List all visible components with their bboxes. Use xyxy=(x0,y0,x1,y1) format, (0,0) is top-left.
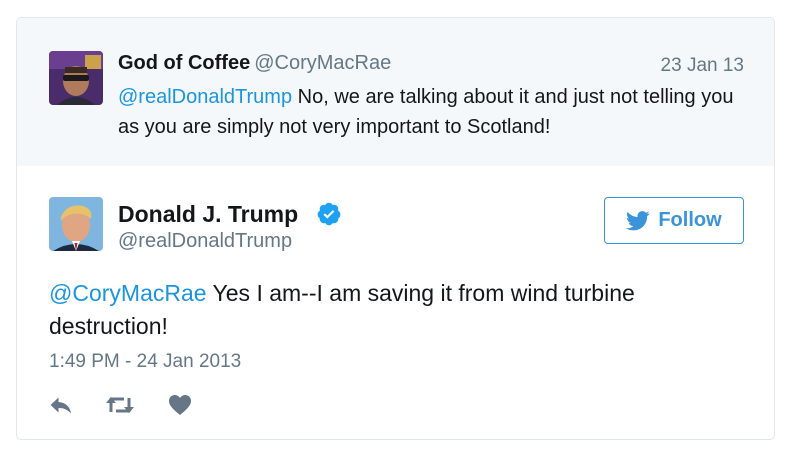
retweet-icon xyxy=(106,397,134,413)
retweet-button[interactable] xyxy=(105,392,135,418)
parent-display-name[interactable]: God of Coffee xyxy=(118,52,250,74)
main-avatar[interactable] xyxy=(49,197,103,251)
main-tweet-text: @CoryMacRae Yes I am--I am saving it fro… xyxy=(49,277,749,343)
tweet-card: God of Coffee @CoryMacRae 23 Jan 13 @real… xyxy=(16,17,775,440)
parent-tweet[interactable]: God of Coffee @CoryMacRae 23 Jan 13 @real… xyxy=(17,18,774,166)
heart-icon xyxy=(169,395,191,415)
main-handle[interactable]: @realDonaldTrump xyxy=(118,230,292,253)
parent-avatar-image xyxy=(49,51,103,105)
twitter-bird-icon xyxy=(626,210,650,230)
parent-date[interactable]: 23 Jan 13 xyxy=(661,55,744,77)
parent-author[interactable]: God of Coffee @CoryMacRae xyxy=(118,52,391,75)
reply-icon xyxy=(50,397,71,414)
verified-badge-icon xyxy=(316,201,342,227)
follow-label: Follow xyxy=(658,209,722,231)
parent-mention-link[interactable]: @realDonaldTrump xyxy=(118,86,292,108)
parent-avatar[interactable] xyxy=(49,51,103,105)
main-display-name[interactable]: Donald J. Trump xyxy=(118,201,298,228)
parent-handle[interactable]: @CoryMacRae xyxy=(254,52,391,74)
like-button[interactable] xyxy=(168,392,192,418)
follow-button[interactable]: Follow xyxy=(604,197,744,244)
main-avatar-image xyxy=(49,197,103,251)
tweet-timestamp[interactable]: 1:49 PM - 24 Jan 2013 xyxy=(49,351,241,373)
reply-button[interactable] xyxy=(49,392,73,418)
parent-tweet-text: @realDonaldTrump No, we are talking abou… xyxy=(118,82,758,142)
main-mention-link[interactable]: @CoryMacRae xyxy=(49,280,207,306)
